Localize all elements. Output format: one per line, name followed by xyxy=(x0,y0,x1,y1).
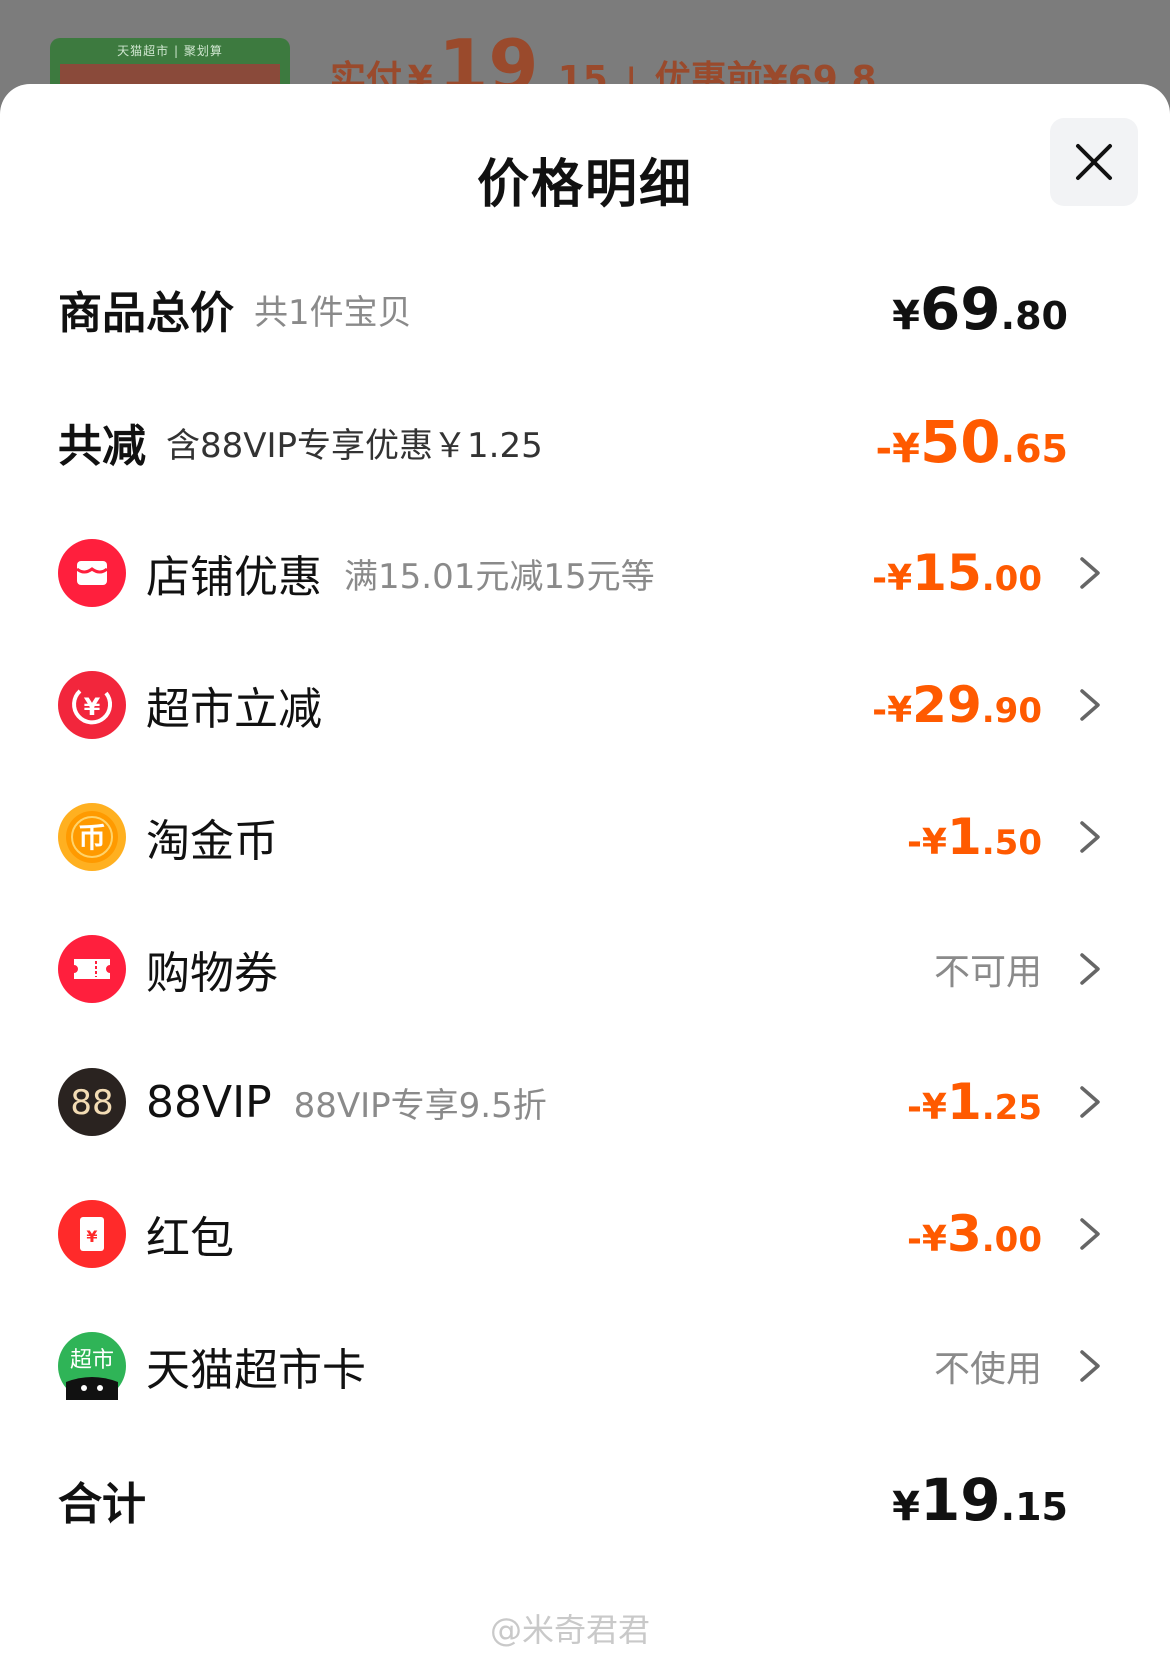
88vip-name: 88VIP xyxy=(146,1076,272,1128)
price-detail-sheet: 价格明细 商品总价 共1件宝贝 ¥ 69 .80 共减 含88VIP专享优惠￥1… xyxy=(0,84,1170,1662)
chevron-right-icon xyxy=(1080,821,1100,853)
88vip-icon: 88 xyxy=(58,1068,126,1136)
tmall-supermarket-card-icon: 超市 xyxy=(58,1332,126,1400)
close-button[interactable] xyxy=(1050,118,1138,206)
coins-name: 淘金币 xyxy=(146,816,278,867)
shopping-voucher-status: 不可用 xyxy=(933,952,1042,993)
chevron-right-icon xyxy=(1080,953,1100,985)
discount-row-supermarket[interactable]: ¥ 超市立减 -¥ 29 .90 xyxy=(0,655,1170,755)
svg-text:超市: 超市 xyxy=(70,1348,114,1373)
grand-total-row: 合计 ¥ 19 .15 xyxy=(0,1450,1170,1550)
supermarket-discount-amount: -¥ 29 .90 xyxy=(872,676,1042,734)
chevron-right-icon xyxy=(1080,557,1100,589)
shopping-voucher-name: 购物券 xyxy=(146,948,278,999)
yuan-instant-discount-icon: ¥ xyxy=(58,671,126,739)
supermarket-discount-name: 超市立减 xyxy=(146,684,322,735)
total-discount-note: 含88VIP专享优惠￥1.25 xyxy=(166,425,543,466)
thumbnail-tag: 天猫超市 | 聚划算 xyxy=(117,44,223,58)
svg-text:¥: ¥ xyxy=(84,693,101,721)
store-discount-rule: 满15.01元减15元等 xyxy=(344,556,655,597)
total-discount-row: 共减 含88VIP专享优惠￥1.25 -¥ 50 .65 xyxy=(0,392,1170,492)
total-discount-amount: -¥ 50 .65 xyxy=(875,408,1068,476)
chevron-right-icon xyxy=(1080,1350,1100,1382)
red-packet-amount: -¥ 3 .00 xyxy=(906,1205,1042,1263)
sheet-title: 价格明细 xyxy=(476,155,693,215)
goods-count: 共1件宝贝 xyxy=(254,292,412,333)
red-packet-name: 红包 xyxy=(146,1213,234,1264)
store-discount-name: 店铺优惠 xyxy=(146,552,322,603)
discount-row-red-packet[interactable]: ¥ 红包 -¥ 3 .00 xyxy=(0,1184,1170,1284)
svg-text:88: 88 xyxy=(70,1083,113,1123)
close-icon xyxy=(1076,144,1112,180)
coins-amount: -¥ 1 .50 xyxy=(906,808,1042,866)
chevron-right-icon xyxy=(1080,689,1100,721)
chevron-right-icon xyxy=(1080,1086,1100,1118)
svg-text:币: 币 xyxy=(78,821,106,854)
red-packet-icon: ¥ xyxy=(58,1200,126,1268)
grand-total-label: 合计 xyxy=(58,1479,146,1530)
88vip-amount: -¥ 1 .25 xyxy=(906,1073,1042,1131)
discount-row-store[interactable]: 店铺优惠 满15.01元减15元等 -¥ 15 .00 xyxy=(0,523,1170,623)
grand-total-amount: ¥ 19 .15 xyxy=(892,1466,1068,1534)
store-icon xyxy=(58,539,126,607)
discount-row-coins[interactable]: 币 淘金币 -¥ 1 .50 xyxy=(0,787,1170,887)
coin-icon: 币 xyxy=(58,803,126,871)
total-discount-label: 共减 xyxy=(58,421,146,472)
goods-total-label: 商品总价 xyxy=(58,288,234,339)
watermark: @米奇君君 xyxy=(490,1611,651,1649)
store-discount-amount: -¥ 15 .00 xyxy=(872,544,1042,602)
discount-row-shopping-voucher[interactable]: 购物券 不可用 xyxy=(0,919,1170,1019)
chevron-right-icon xyxy=(1080,1218,1100,1250)
goods-total-row: 商品总价 共1件宝贝 ¥ 69 .80 xyxy=(0,259,1170,359)
discount-row-88vip[interactable]: 88 88VIP 88VIP专享9.5折 -¥ 1 .25 xyxy=(0,1052,1170,1152)
discount-row-tmall-card[interactable]: 超市 天猫超市卡 不使用 xyxy=(0,1316,1170,1416)
tmall-card-status: 不使用 xyxy=(933,1349,1042,1390)
tmall-card-name: 天猫超市卡 xyxy=(146,1345,366,1396)
88vip-rule: 88VIP专享9.5折 xyxy=(293,1085,547,1126)
ticket-icon xyxy=(58,935,126,1003)
goods-total-amount: ¥ 69 .80 xyxy=(892,275,1068,343)
svg-text:¥: ¥ xyxy=(86,1227,97,1246)
